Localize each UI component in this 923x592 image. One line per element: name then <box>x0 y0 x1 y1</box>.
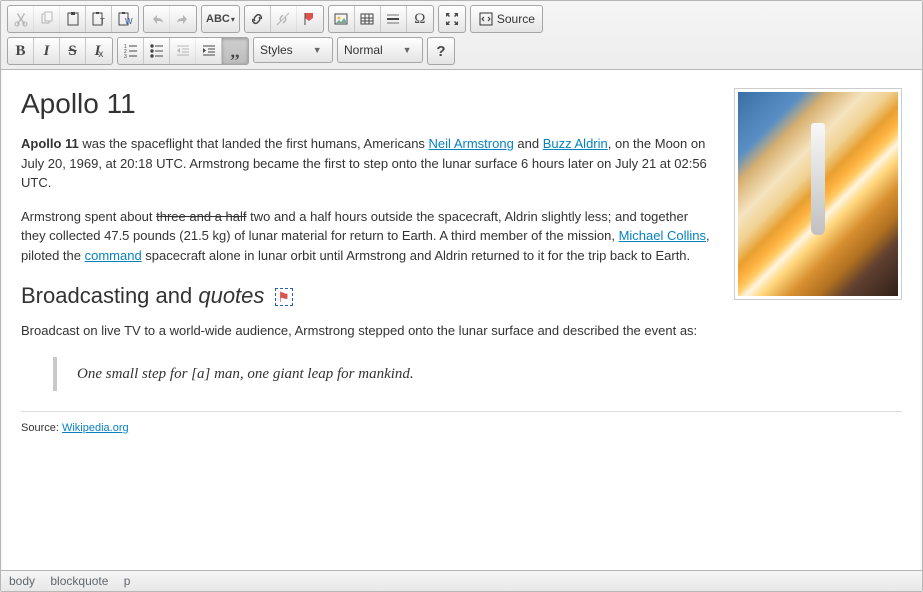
elements-path-bar: body blockquote p <box>1 570 922 591</box>
paste-button[interactable] <box>60 6 86 32</box>
link-armstrong[interactable]: Neil Armstrong <box>429 136 514 151</box>
maximize-button[interactable] <box>439 6 465 32</box>
source-button[interactable]: Source <box>471 6 542 32</box>
strike-button[interactable]: S <box>60 38 86 64</box>
horizontal-rule-button[interactable] <box>381 6 407 32</box>
spellcheck-button[interactable]: ABC▾ <box>202 6 239 32</box>
blockquote[interactable]: One small step for [a] man, one giant le… <box>53 357 902 392</box>
rich-text-editor: T W ABC▾ Ω <box>0 0 923 592</box>
numbered-list-button[interactable]: 123 <box>118 38 144 64</box>
format-select[interactable]: Normal▼ <box>337 37 423 63</box>
remove-format-button[interactable]: Ix <box>86 38 112 64</box>
styles-select[interactable]: Styles▼ <box>253 37 333 63</box>
editor-toolbar: T W ABC▾ Ω <box>1 1 922 70</box>
link-command[interactable]: command <box>85 248 142 263</box>
anchor-button[interactable] <box>297 6 323 32</box>
editor-content[interactable]: Apollo 11 Apollo 11 was the spaceflight … <box>1 70 922 570</box>
content-image[interactable] <box>734 88 902 300</box>
italic-button[interactable]: I <box>34 38 60 64</box>
anchor-flag-icon[interactable]: ⚑ <box>275 288 293 306</box>
link-button[interactable] <box>245 6 271 32</box>
source-line[interactable]: Source: Wikipedia.org <box>21 420 902 437</box>
blockquote-button[interactable]: ,, <box>222 38 248 64</box>
copy-button[interactable] <box>34 6 60 32</box>
image-button[interactable] <box>329 6 355 32</box>
link-wikipedia[interactable]: Wikipedia.org <box>62 422 129 434</box>
paste-word-button[interactable]: W <box>112 6 138 32</box>
indent-button[interactable] <box>196 38 222 64</box>
undo-button[interactable] <box>144 6 170 32</box>
table-button[interactable] <box>355 6 381 32</box>
svg-text:T: T <box>100 17 105 26</box>
about-button[interactable]: ? <box>428 38 454 64</box>
svg-text:W: W <box>125 17 133 26</box>
paste-text-button[interactable]: T <box>86 6 112 32</box>
paragraph[interactable]: Broadcast on live TV to a world-wide aud… <box>21 321 902 341</box>
bullet-list-button[interactable] <box>144 38 170 64</box>
horizontal-rule <box>21 411 902 412</box>
path-blockquote[interactable]: blockquote <box>50 574 108 588</box>
redo-button[interactable] <box>170 6 196 32</box>
unlink-button[interactable] <box>271 6 297 32</box>
path-body[interactable]: body <box>9 574 35 588</box>
link-collins[interactable]: Michael Collins <box>619 228 706 243</box>
svg-text:3: 3 <box>124 54 127 59</box>
bold-text: Apollo 11 <box>21 136 79 151</box>
strike-text: three and a half <box>156 209 246 224</box>
cut-button[interactable] <box>8 6 34 32</box>
bold-button[interactable]: B <box>8 38 34 64</box>
link-aldrin[interactable]: Buzz Aldrin <box>543 136 608 151</box>
outdent-button[interactable] <box>170 38 196 64</box>
path-p[interactable]: p <box>124 574 131 588</box>
special-char-button[interactable]: Ω <box>407 6 433 32</box>
